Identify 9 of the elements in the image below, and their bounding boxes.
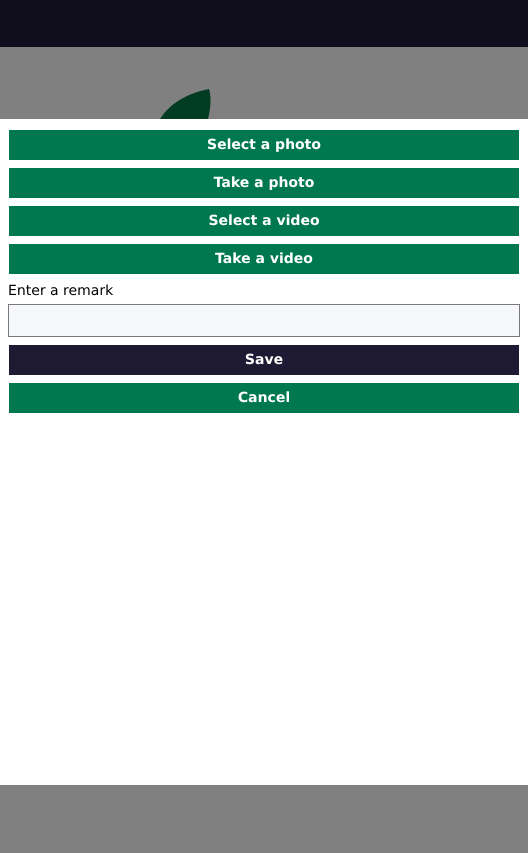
action-button[interactable]: Select a video xyxy=(9,206,519,236)
leaf-icon xyxy=(160,89,212,119)
action-button[interactable]: Take a photo xyxy=(9,168,519,198)
action-button[interactable]: Select a photo xyxy=(9,130,519,160)
field-label: Enter a remark xyxy=(8,283,114,299)
action-button[interactable]: Save xyxy=(9,345,519,375)
action-button[interactable]: Cancel xyxy=(9,383,519,413)
action-button[interactable]: Take a video xyxy=(9,244,519,274)
remark-field[interactable] xyxy=(8,304,520,337)
